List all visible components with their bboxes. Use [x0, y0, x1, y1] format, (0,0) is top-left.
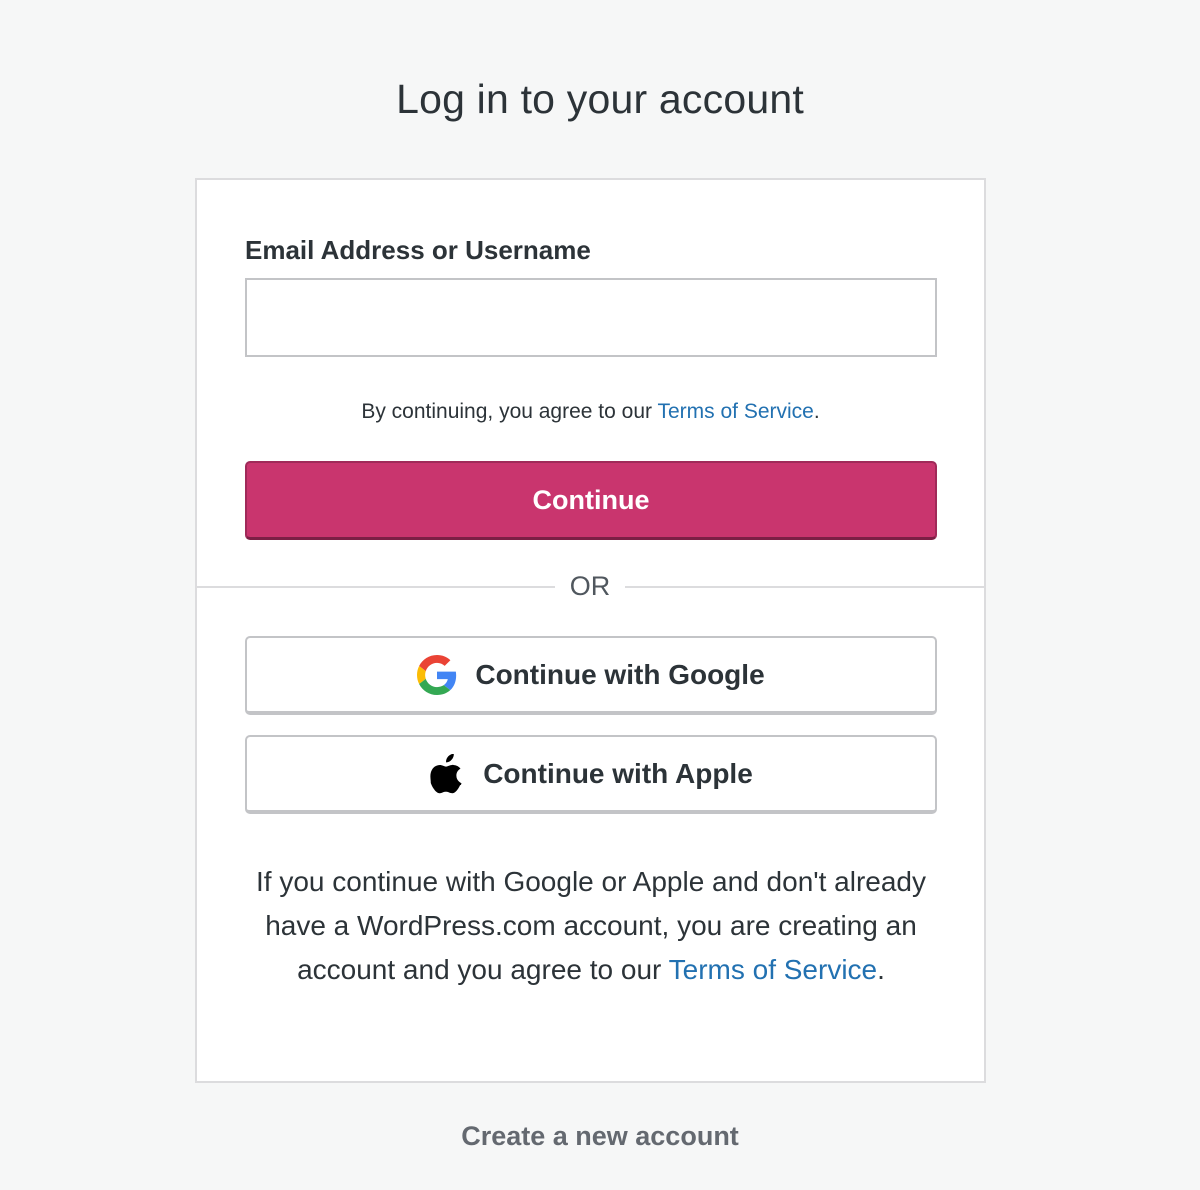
- social-signup-notice: If you continue with Google or Apple and…: [241, 860, 941, 992]
- tos-prefix: By continuing, you agree to our: [361, 400, 658, 423]
- apple-login-button[interactable]: Continue with Apple: [245, 735, 937, 814]
- create-account-link[interactable]: Create a new account: [0, 1121, 1200, 1152]
- email-label: Email Address or Username: [245, 235, 591, 265]
- social-tos-link[interactable]: Terms of Service: [669, 954, 878, 985]
- login-page: Log in to your account Email Address or …: [0, 0, 1200, 1190]
- page-title: Log in to your account: [396, 76, 804, 122]
- email-field[interactable]: [245, 278, 937, 357]
- google-login-button[interactable]: Continue with Google: [245, 636, 937, 715]
- divider-label: OR: [555, 571, 625, 602]
- social-note-suffix: .: [877, 954, 885, 985]
- tos-suffix: .: [813, 400, 820, 423]
- google-button-label: Continue with Google: [475, 658, 765, 690]
- apple-button-label: Continue with Apple: [483, 757, 753, 789]
- tos-notice: By continuing, you agree to our Terms of…: [197, 400, 984, 424]
- apple-icon: [429, 753, 465, 794]
- google-icon: [417, 654, 457, 695]
- continue-button[interactable]: Continue: [245, 461, 937, 540]
- tos-link[interactable]: Terms of Service: [657, 400, 813, 423]
- login-card: Email Address or Username By continuing,…: [195, 178, 986, 1083]
